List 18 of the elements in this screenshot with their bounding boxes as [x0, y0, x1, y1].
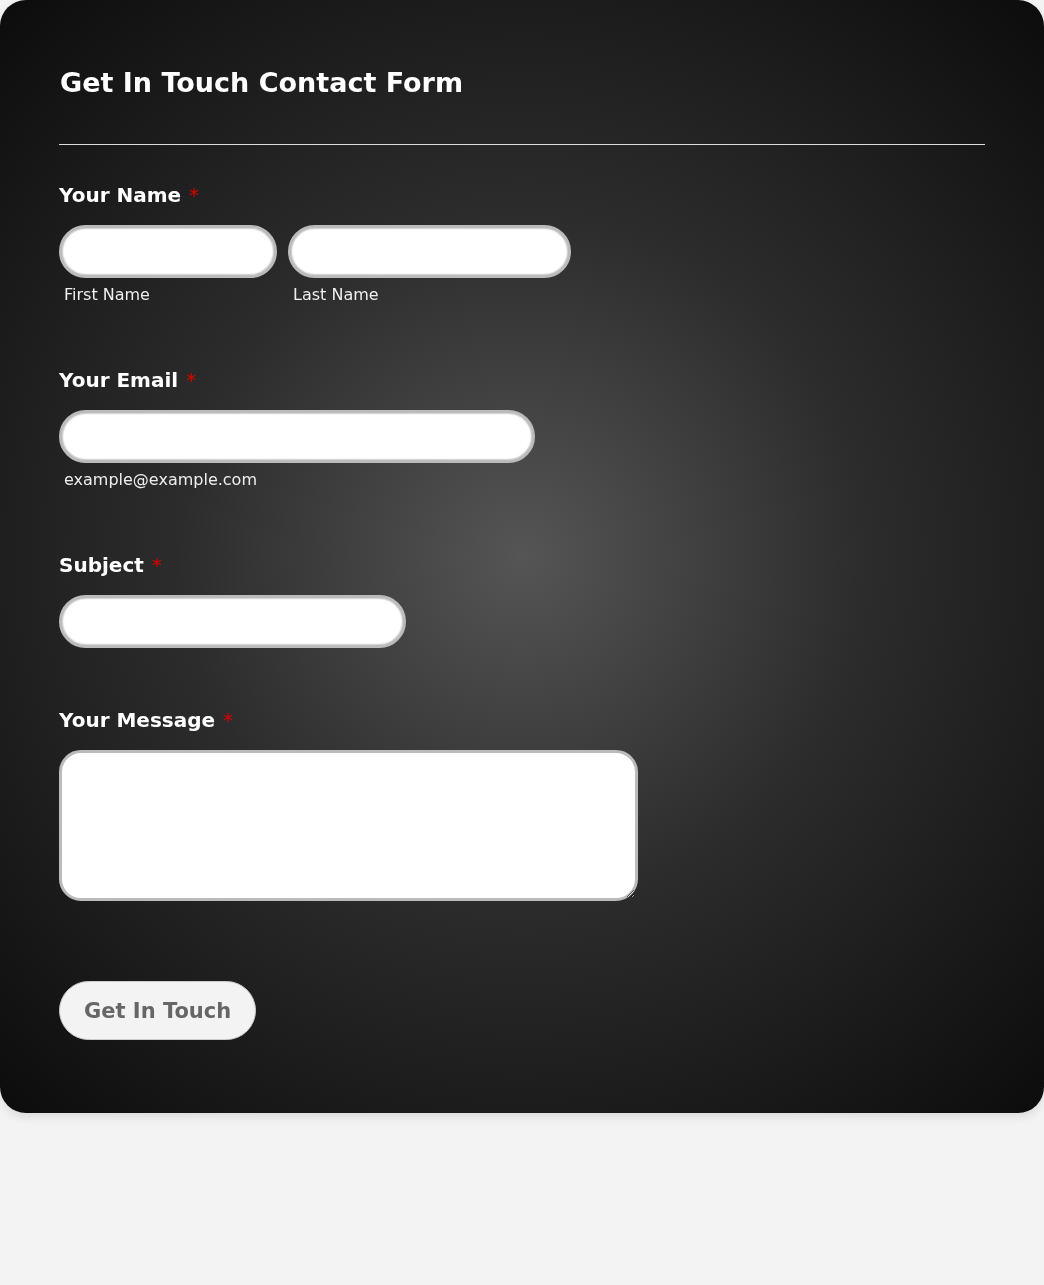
required-marker: * [151, 553, 162, 577]
text-input-field[interactable] [59, 225, 277, 278]
field-sublabel: example@example.com [64, 470, 258, 489]
required-marker: * [186, 368, 197, 392]
form-title: Get In Touch Contact Form [60, 66, 465, 100]
field-label: Your Email [59, 368, 179, 392]
required-marker: * [223, 708, 234, 732]
text-input-field[interactable] [59, 410, 535, 463]
field-sublabel: First Name [64, 285, 151, 304]
field-label: Subject [59, 553, 144, 577]
message-field[interactable] [59, 750, 638, 901]
field-label: Your Name [59, 183, 182, 207]
required-marker: * [189, 183, 200, 207]
field-label: Your Message [59, 708, 216, 732]
submit-button[interactable]: Get In Touch [59, 981, 257, 1040]
text-input-field[interactable] [288, 225, 571, 278]
text-input-field[interactable] [59, 595, 406, 648]
field-sublabel: Last Name [293, 285, 380, 304]
